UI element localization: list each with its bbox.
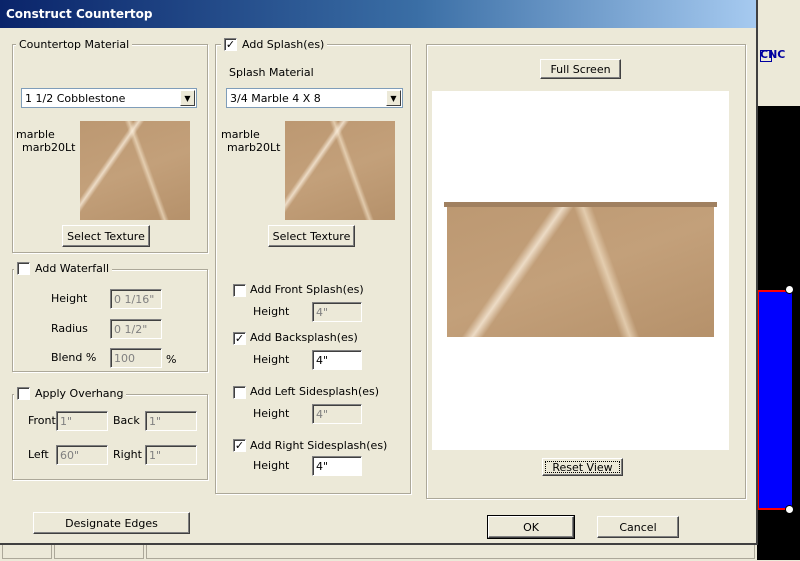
backsplash-preview-edge [444,202,717,207]
countertop-texture-name: marb20Lt [22,141,76,154]
chevron-down-icon[interactable]: ▼ [386,90,401,106]
construct-countertop-dialog: Construct Countertop Countertop Material… [0,0,758,545]
countertop-material-title: Countertop Material [16,38,133,51]
waterfall-blend-unit: % [166,353,177,366]
backsplash-checkbox[interactable]: ✓ [233,332,246,345]
overhang-front-field[interactable]: 1" [56,411,108,431]
splash-group [215,44,411,494]
left-sidesplash-height-label: Height [253,407,290,420]
overhang-label: Apply Overhang [35,387,124,400]
overhang-right-label: Right [113,448,142,461]
overhang-left-label: Left [28,448,49,461]
countertop-select-texture-button[interactable]: Select Texture [62,225,150,247]
cancel-button[interactable]: Cancel [597,516,679,538]
splash-material-select[interactable]: 3/4 Marble 4 X 8 ▼ [226,88,403,108]
countertop-texture-type: marble [16,128,55,141]
countertop-material-select[interactable]: 1 1/2 Cobblestone ▼ [21,88,197,108]
full-screen-button[interactable]: Full Screen [540,59,621,79]
status-cell [146,543,755,559]
overhang-back-label: Back [113,414,140,427]
splash-select-texture-button[interactable]: Select Texture [268,225,355,247]
status-cell [54,543,144,559]
waterfall-radius-field[interactable]: 0 1/2" [110,319,162,339]
countertop-material-value: 1 1/2 Cobblestone [25,91,126,105]
splash-texture-name: marb20Lt [227,141,281,154]
splash-header: ✓ Add Splash(es) [221,38,328,51]
splash-checkbox[interactable]: ✓ [224,38,237,51]
waterfall-blend-label: Blend % [51,351,97,364]
background-shape [757,290,792,510]
front-splash-checkbox[interactable] [233,284,246,297]
toolbar-icon[interactable] [760,50,772,62]
right-sidesplash-height-field[interactable]: 4" [312,456,362,476]
waterfall-header: Add Waterfall [14,262,113,275]
chevron-down-icon[interactable]: ▼ [180,90,195,106]
shape-handle-icon[interactable] [785,285,794,294]
left-sidesplash-checkbox[interactable] [233,386,246,399]
splash-material-label: Splash Material [229,66,314,79]
splash-material-value: 3/4 Marble 4 X 8 [230,91,321,105]
left-sidesplash-label: Add Left Sidesplash(es) [250,385,380,398]
overhang-header: Apply Overhang [14,387,127,400]
overhang-back-field[interactable]: 1" [145,411,197,431]
countertop-texture-swatch [80,121,190,220]
backsplash-height-label: Height [253,353,290,366]
status-cell [2,543,52,559]
waterfall-height-field[interactable]: 0 1/16" [110,289,162,309]
backsplash-height-field[interactable]: 4" [312,350,362,370]
right-sidesplash-label: Add Right Sidesplash(es) [250,439,388,452]
countertop-preview-slab [447,203,714,337]
right-sidesplash-height-label: Height [253,459,290,472]
designate-edges-button[interactable]: Designate Edges [33,512,190,534]
splash-texture-swatch [285,121,395,220]
overhang-checkbox[interactable] [17,387,30,400]
splash-texture-type: marble [221,128,260,141]
shape-handle-icon[interactable] [785,505,794,514]
waterfall-label: Add Waterfall [35,262,110,275]
front-splash-label: Add Front Splash(es) [250,283,364,296]
waterfall-radius-label: Radius [51,322,88,335]
front-splash-height-field[interactable]: 4" [312,302,362,322]
overhang-front-label: Front [28,414,56,427]
waterfall-checkbox[interactable] [17,262,30,275]
overhang-left-field[interactable]: 60" [56,445,108,465]
front-splash-height-label: Height [253,305,290,318]
waterfall-blend-field[interactable]: 100 [110,348,162,368]
backsplash-label: Add Backsplash(es) [250,331,358,344]
overhang-right-field[interactable]: 1" [145,445,197,465]
reset-view-button[interactable]: Reset View [542,458,623,476]
left-sidesplash-height-field[interactable]: 4" [312,404,362,424]
overhang-group [12,394,208,480]
dialog-title: Construct Countertop [0,0,756,28]
right-sidesplash-checkbox[interactable]: ✓ [233,439,246,452]
waterfall-height-label: Height [51,292,88,305]
ok-button[interactable]: OK [487,515,575,539]
splash-label: Add Splash(es) [242,38,325,51]
